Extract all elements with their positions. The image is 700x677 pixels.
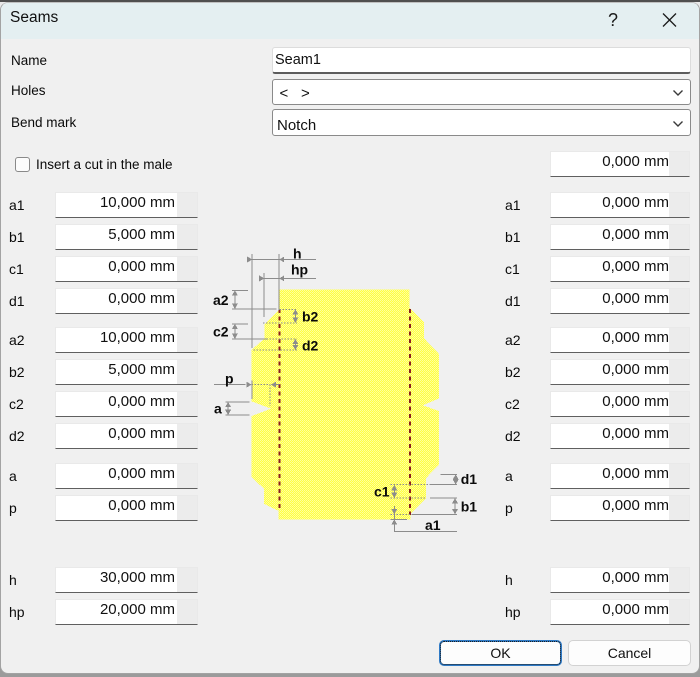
svg-text:d2: d2 [302,337,319,353]
svg-text:a1: a1 [425,517,441,533]
svg-text:d1: d1 [461,471,478,487]
svg-text:p: p [225,371,234,387]
svg-text:c1: c1 [374,483,390,499]
svg-text:a2: a2 [213,292,229,308]
svg-text:hp: hp [291,262,308,278]
svg-text:b1: b1 [461,499,478,515]
svg-text:b2: b2 [302,308,319,324]
svg-text:c2: c2 [213,324,229,340]
svg-text:h: h [293,246,302,262]
svg-text:a: a [214,401,222,417]
